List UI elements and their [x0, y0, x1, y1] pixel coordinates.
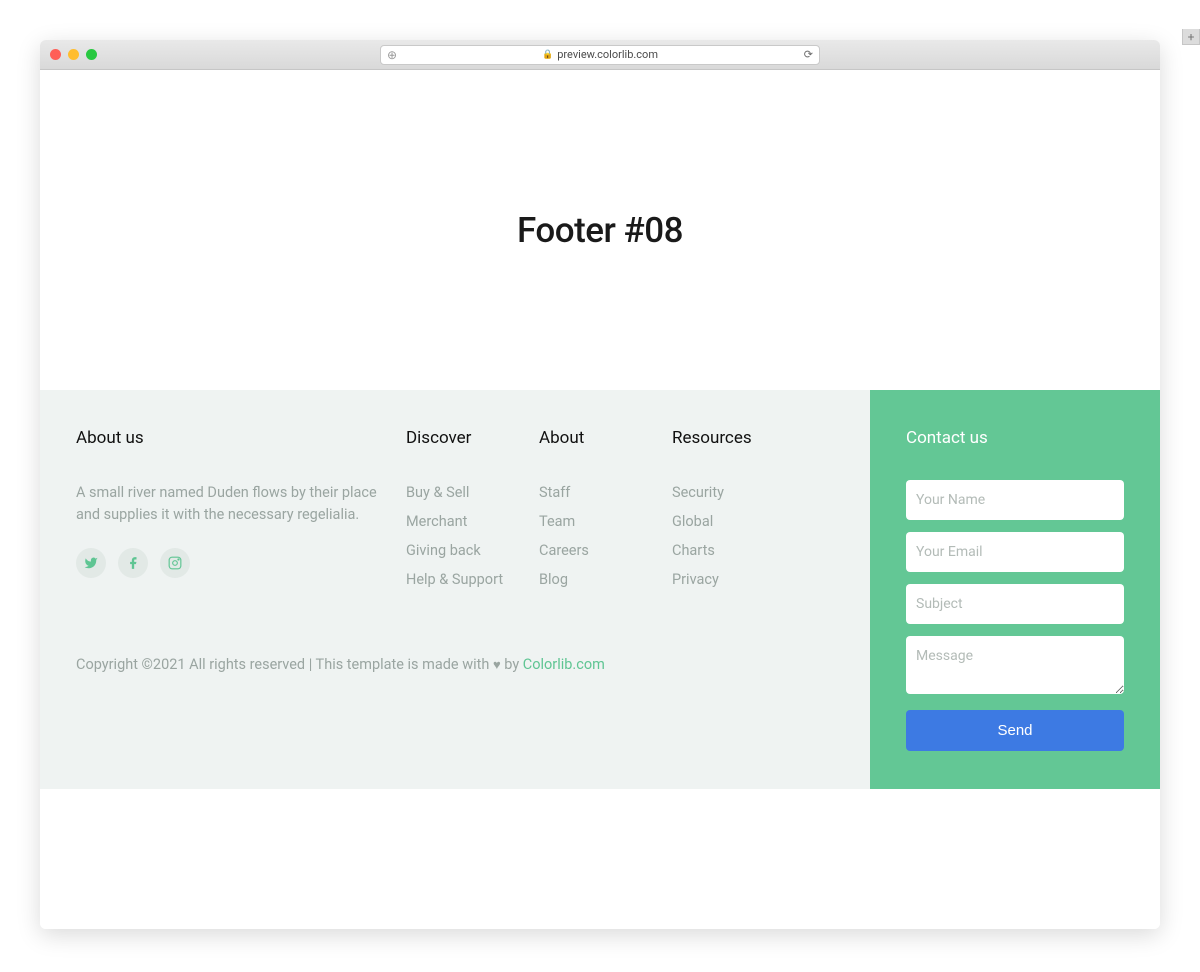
about-text: A small river named Duden flows by their… — [76, 482, 386, 526]
about-heading: About us — [76, 428, 386, 448]
link-security[interactable]: Security — [672, 484, 724, 501]
link-charts[interactable]: Charts — [672, 542, 715, 559]
link-help-support[interactable]: Help & Support — [406, 571, 503, 588]
hero-section: Footer #08 — [40, 70, 1160, 390]
resources-column: Resources Security Global Charts Privacy — [672, 428, 805, 598]
link-global[interactable]: Global — [672, 513, 713, 530]
maximize-window-button[interactable] — [86, 49, 97, 60]
footer-left: About us A small river named Duden flows… — [40, 390, 870, 789]
title-bar: ⊕ 🔒 preview.colorlib.com ⟳ — [40, 40, 1160, 70]
resources-heading: Resources — [672, 428, 805, 448]
link-blog[interactable]: Blog — [539, 571, 568, 588]
lock-icon: 🔒 — [542, 50, 553, 60]
below-fold — [40, 789, 1160, 929]
instagram-icon[interactable] — [160, 548, 190, 578]
url-text: preview.colorlib.com — [557, 48, 658, 61]
copyright: Copyright ©2021 All rights reserved | Th… — [76, 656, 834, 673]
footer-columns: About us A small river named Duden flows… — [76, 428, 834, 598]
browser-window: ⊕ 🔒 preview.colorlib.com ⟳ + Footer #08 … — [40, 40, 1160, 929]
copyright-link[interactable]: Colorlib.com — [523, 656, 605, 673]
close-window-button[interactable] — [50, 49, 61, 60]
discover-heading: Discover — [406, 428, 539, 448]
facebook-icon[interactable] — [118, 548, 148, 578]
social-links — [76, 548, 386, 578]
about-links-column: About Staff Team Careers Blog — [539, 428, 672, 598]
subject-input[interactable] — [906, 584, 1124, 624]
contact-heading: Contact us — [906, 428, 1124, 448]
link-team[interactable]: Team — [539, 513, 575, 530]
traffic-lights — [50, 49, 97, 60]
link-privacy[interactable]: Privacy — [672, 571, 719, 588]
contact-panel: Contact us Send — [870, 390, 1160, 789]
message-input[interactable] — [906, 636, 1124, 694]
email-input[interactable] — [906, 532, 1124, 572]
copyright-by: by — [501, 656, 523, 673]
url-bar[interactable]: ⊕ 🔒 preview.colorlib.com ⟳ — [380, 45, 820, 65]
viewport: Footer #08 About us A small river named … — [40, 70, 1160, 929]
page-title: Footer #08 — [517, 210, 683, 251]
heart-icon: ♥ — [493, 658, 501, 673]
footer: About us A small river named Duden flows… — [40, 390, 1160, 789]
link-buy-sell[interactable]: Buy & Sell — [406, 484, 469, 501]
name-input[interactable] — [906, 480, 1124, 520]
link-staff[interactable]: Staff — [539, 484, 570, 501]
send-button[interactable]: Send — [906, 710, 1124, 751]
about-links-heading: About — [539, 428, 672, 448]
discover-column: Discover Buy & Sell Merchant Giving back… — [406, 428, 539, 598]
link-merchant[interactable]: Merchant — [406, 513, 467, 530]
link-careers[interactable]: Careers — [539, 542, 589, 559]
copyright-prefix: Copyright ©2021 All rights reserved | Th… — [76, 656, 493, 673]
twitter-icon[interactable] — [76, 548, 106, 578]
about-column: About us A small river named Duden flows… — [76, 428, 406, 598]
minimize-window-button[interactable] — [68, 49, 79, 60]
back-icon[interactable]: ⊕ — [387, 48, 397, 62]
link-giving-back[interactable]: Giving back — [406, 542, 481, 559]
reload-icon[interactable]: ⟳ — [804, 48, 813, 61]
